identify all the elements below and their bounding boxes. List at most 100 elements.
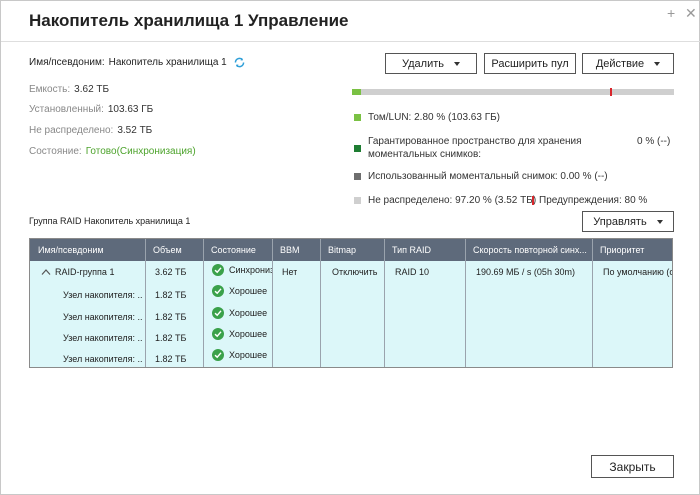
legend-tlun: Том/LUN: 2.80 % (103.63 ГБ) bbox=[354, 112, 500, 123]
legend-guaranteed-text: Гарантированное пространство для хранени… bbox=[368, 136, 582, 160]
delete-button[interactable]: Удалить bbox=[385, 53, 477, 74]
legend-warning-marker bbox=[532, 196, 534, 205]
action-button-label: Действие bbox=[595, 57, 645, 70]
usage-bar-fill bbox=[352, 89, 361, 95]
legend-unallocated-text: Не распределено: 97.20 % (3.52 ТБ) bbox=[368, 195, 537, 206]
disk-status: Хорошее bbox=[212, 307, 272, 319]
legend-guaranteed-pct: 0 % (--) bbox=[637, 136, 671, 147]
column-divider bbox=[203, 239, 204, 367]
raid-group-status: Синхронизация bbox=[212, 264, 272, 276]
disk-status-text: Хорошее bbox=[229, 308, 268, 318]
unallocated-row: Не распределено: 3.52 ТБ bbox=[29, 125, 152, 136]
chevron-down-icon bbox=[656, 219, 663, 224]
column-divider bbox=[465, 239, 466, 367]
check-circle-icon bbox=[212, 328, 224, 340]
alias-row: Имя/псевдоним: Накопитель хранилища 1 bbox=[29, 56, 246, 69]
raid-group-status-text: Синхронизация bbox=[229, 265, 272, 275]
capacity-label: Емкость: bbox=[29, 84, 71, 95]
legend-tlun-text: Том/LUN: 2.80 % (103.63 ГБ) bbox=[368, 112, 501, 123]
legend-snapshot-used: Использованный моментальный снимок: 0.00… bbox=[354, 171, 608, 182]
installed-label: Установленный: bbox=[29, 104, 104, 115]
raid-table-header: Имя/псевдоним Объем Состояние BBM Bitmap… bbox=[30, 239, 672, 261]
header-resync-speed[interactable]: Скорость повторной синх... bbox=[465, 239, 592, 261]
capacity-value: 3.62 ТБ bbox=[74, 84, 110, 95]
header-size[interactable]: Объем bbox=[145, 239, 203, 261]
header-bbm[interactable]: BBM bbox=[272, 239, 320, 261]
header-name[interactable]: Имя/псевдоним bbox=[30, 239, 145, 261]
disk-name[interactable]: Узел накопителя: ... bbox=[63, 333, 143, 343]
legend-swatch-tlun bbox=[354, 114, 361, 121]
legend-warning: Предупреждения: 80 % bbox=[532, 195, 647, 206]
dialog-title: Накопитель хранилища 1 Управление bbox=[29, 11, 349, 30]
installed-row: Установленный: 103.63 ГБ bbox=[29, 104, 153, 115]
manage-button-label: Управлять bbox=[593, 215, 647, 228]
column-divider bbox=[592, 239, 593, 367]
disk-status-text: Хорошее bbox=[229, 350, 268, 360]
check-circle-icon bbox=[212, 349, 224, 361]
header-bitmap[interactable]: Bitmap bbox=[320, 239, 384, 261]
legend-warning-text: Предупреждения: 80 % bbox=[539, 195, 648, 206]
action-button[interactable]: Действие bbox=[582, 53, 674, 74]
disk-status: Хорошее bbox=[212, 285, 272, 297]
expand-pool-button-label: Расширить пул bbox=[491, 57, 569, 70]
manage-button[interactable]: Управлять bbox=[582, 211, 674, 232]
legend-swatch-unallocated bbox=[354, 197, 361, 204]
capacity-row: Емкость: 3.62 ТБ bbox=[29, 84, 109, 95]
usage-bar bbox=[352, 88, 674, 96]
status-value: Готово(Синхронизация) bbox=[85, 146, 196, 157]
raid-group-size: 3.62 ТБ bbox=[155, 267, 187, 277]
alias-label: Имя/псевдоним: bbox=[29, 57, 105, 68]
disk-status: Хорошее bbox=[212, 349, 272, 361]
column-divider bbox=[384, 239, 385, 367]
legend-snapshot-text: Использованный моментальный снимок: 0.00… bbox=[368, 171, 608, 182]
disk-size: 1.82 ТБ bbox=[155, 312, 187, 322]
chevron-down-icon bbox=[654, 61, 661, 66]
raid-table: Имя/псевдоним Объем Состояние BBM Bitmap… bbox=[29, 238, 673, 368]
alias-value: Накопитель хранилища 1 bbox=[108, 57, 227, 68]
raid-group-label: Группа RAID Накопитель хранилища 1 bbox=[29, 216, 191, 226]
expand-pool-button[interactable]: Расширить пул bbox=[484, 53, 576, 74]
unallocated-label: Не распределено: bbox=[29, 125, 114, 136]
chevron-down-icon bbox=[454, 61, 460, 66]
header-status[interactable]: Состояние bbox=[203, 239, 272, 261]
storage-pool-dialog: Накопитель хранилища 1 Управление + ✕ Им… bbox=[0, 0, 700, 495]
legend-swatch-snapshot bbox=[354, 173, 361, 180]
disk-name[interactable]: Узел накопителя: ... bbox=[63, 354, 143, 364]
close-button[interactable]: Закрыть bbox=[591, 455, 674, 478]
installed-value: 103.63 ГБ bbox=[107, 104, 154, 115]
header-raid-type[interactable]: Тип RAID bbox=[384, 239, 465, 261]
unallocated-value: 3.52 ТБ bbox=[117, 125, 153, 136]
legend-guaranteed: Гарантированное пространство для хранени… bbox=[354, 135, 604, 161]
disk-status-text: Хорошее bbox=[229, 286, 268, 296]
status-row: Состояние: Готово(Синхронизация) bbox=[29, 146, 196, 157]
disk-size: 1.82 ТБ bbox=[155, 333, 187, 343]
raid-group-speed: 190.69 МБ / s (05h 30m) bbox=[476, 267, 575, 277]
check-circle-icon bbox=[212, 307, 224, 319]
raid-group-name[interactable]: RAID-группа 1 bbox=[55, 267, 143, 277]
usage-warning-marker bbox=[610, 88, 612, 96]
disk-status: Хорошее bbox=[212, 328, 272, 340]
raid-group-bitmap: Отключить bbox=[332, 267, 378, 277]
raid-group-priority: По умолчанию (среднее) bbox=[603, 267, 672, 277]
delete-button-label: Удалить bbox=[402, 57, 444, 70]
title-divider bbox=[1, 41, 700, 42]
refresh-icon[interactable] bbox=[233, 56, 246, 69]
legend-swatch-guaranteed bbox=[354, 145, 361, 152]
disk-size: 1.82 ТБ bbox=[155, 290, 187, 300]
status-label: Состояние: bbox=[29, 146, 82, 157]
close-icon[interactable]: ✕ bbox=[685, 4, 697, 22]
disk-name[interactable]: Узел накопителя: ... bbox=[63, 312, 143, 322]
maximize-icon[interactable]: + bbox=[667, 4, 675, 22]
disk-size: 1.82 ТБ bbox=[155, 354, 187, 364]
raid-group-bbm: Нет bbox=[282, 267, 298, 277]
disk-status-text: Хорошее bbox=[229, 329, 268, 339]
legend-unallocated: Не распределено: 97.20 % (3.52 ТБ) bbox=[354, 195, 536, 206]
raid-group-type: RAID 10 bbox=[395, 267, 430, 277]
check-circle-icon bbox=[212, 264, 224, 276]
header-priority[interactable]: Приоритет bbox=[592, 239, 672, 261]
disk-name[interactable]: Узел накопителя: ... bbox=[63, 290, 143, 300]
column-divider bbox=[145, 239, 146, 367]
column-divider bbox=[272, 239, 273, 367]
check-circle-icon bbox=[212, 285, 224, 297]
chevron-up-icon[interactable] bbox=[41, 268, 51, 276]
